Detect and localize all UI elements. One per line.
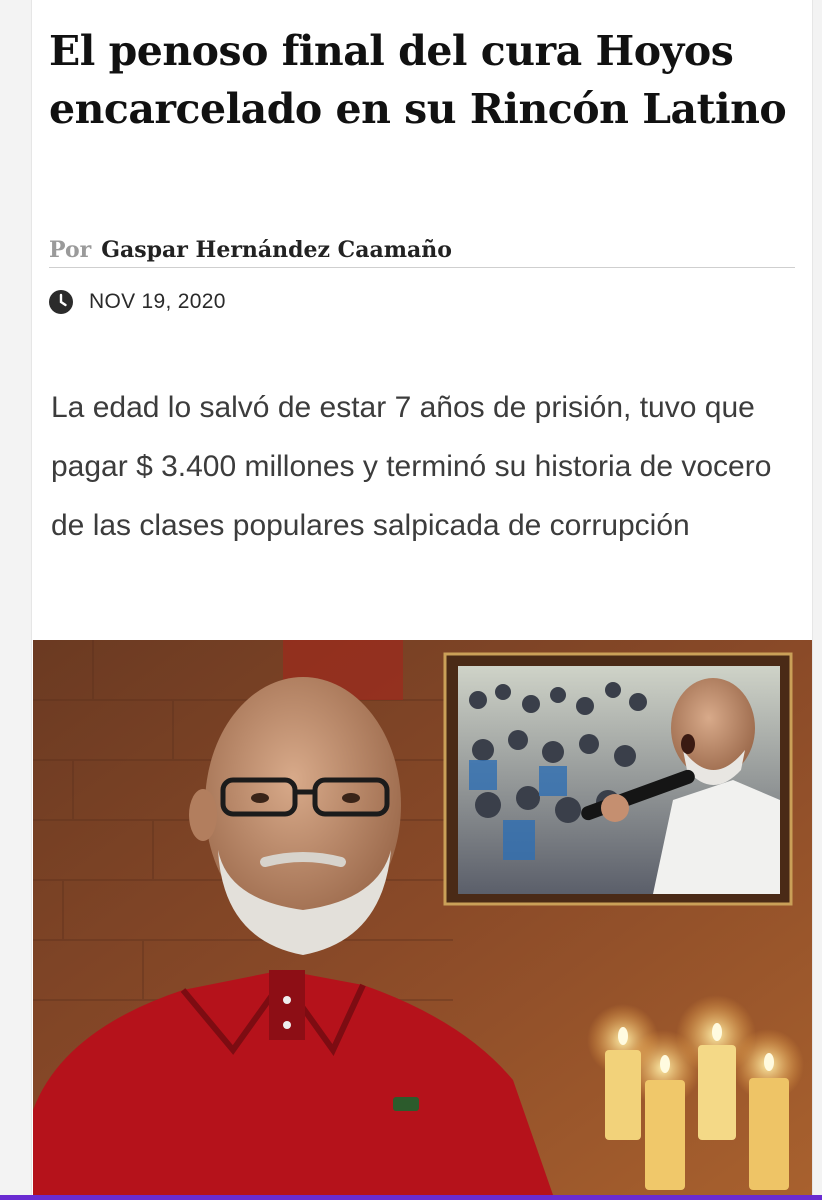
- author-link[interactable]: Gaspar Hernández Caamaño: [101, 237, 452, 263]
- left-margin: [0, 0, 32, 1200]
- article-excerpt: La edad lo salvó de estar 7 años de pris…: [51, 391, 772, 542]
- publish-date: NOV 19, 2020: [89, 290, 226, 313]
- article-title[interactable]: El penoso final del cura Hoyos encarcela…: [49, 22, 789, 138]
- byline: Por Gaspar Hernández Caamaño: [49, 232, 795, 268]
- right-margin: [812, 0, 822, 1200]
- byline-prefix: Por: [49, 237, 92, 263]
- hero-image[interactable]: [33, 640, 812, 1195]
- inset-photo: [443, 652, 793, 906]
- clock-icon: [49, 290, 73, 314]
- bottom-accent-bar: [0, 1195, 822, 1200]
- dateline: NOV 19, 2020: [49, 288, 226, 316]
